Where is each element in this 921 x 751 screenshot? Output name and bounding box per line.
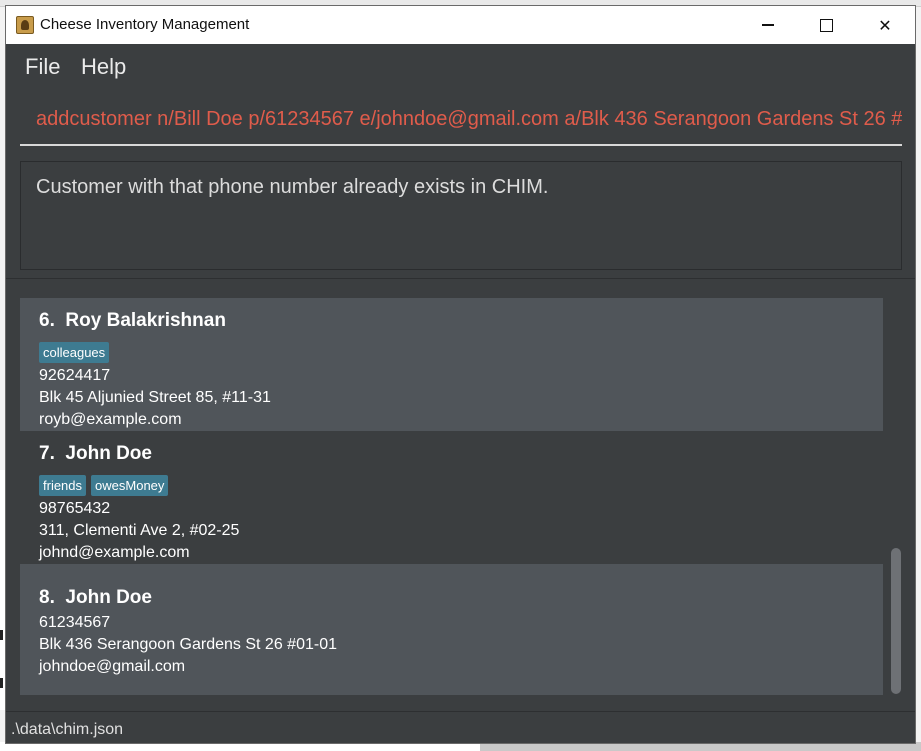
app-window: Cheese Inventory Management ✕ File Help … [5,5,916,744]
result-message: Customer with that phone number already … [36,176,549,198]
command-input[interactable]: addcustomer n/Bill Doe p/61234567 e/john… [20,92,902,146]
customer-name-text: John Doe [65,587,152,608]
maximize-icon [819,18,833,32]
close-icon: ✕ [878,15,892,35]
customer-name-text: John Doe [65,443,152,464]
list-scrollbar[interactable] [888,292,904,697]
tag: owesMoney [91,475,169,496]
tag: colleagues [39,342,110,363]
save-location: .\data\chim.json [11,721,124,738]
menu-help[interactable]: Help [81,54,126,80]
customer-phone: 92624417 [39,367,111,384]
maximize-button[interactable] [797,6,855,44]
customer-name-text: Roy Balakrishnan [65,310,226,331]
status-bar: .\data\chim.json [6,711,915,743]
result-display[interactable]: Customer with that phone number already … [20,161,902,270]
customer-email: royb@example.com [39,411,182,428]
customer-index: 8. [39,587,55,608]
background-mark [0,630,3,640]
tag-list: colleagues [39,342,110,363]
close-button[interactable]: ✕ [856,6,914,44]
customer-address: Blk 45 Aljunied Street 85, #11-31 [39,389,271,406]
pane-divider[interactable] [6,278,915,293]
customer-address: 311, Clementi Ave 2, #02-25 [39,522,240,539]
app-icon [16,16,34,34]
tag-list: friends owesMoney [39,475,169,496]
customer-email: johnd@example.com [39,544,190,561]
title-bar[interactable]: Cheese Inventory Management ✕ [6,6,915,44]
customer-index: 7. [39,443,55,464]
customer-index: 6. [39,310,55,331]
customer-name: 8. John Doe [39,587,152,609]
minimize-button[interactable] [739,6,797,44]
customer-phone: 61234567 [39,614,111,631]
customer-address: Blk 436 Serangoon Gardens St 26 #01-01 [39,636,337,653]
menu-bar: File Help [6,44,915,86]
customer-card[interactable]: 6. Roy Balakrishnan colleagues 92624417 … [20,298,883,431]
customer-name: 6. Roy Balakrishnan [39,310,226,332]
menu-file[interactable]: File [25,54,60,80]
tag: friends [39,475,87,496]
customer-card[interactable]: 7. John Doe friends owesMoney 98765432 3… [20,431,883,564]
minimize-icon [762,24,774,26]
customer-list[interactable]: 6. Roy Balakrishnan colleagues 92624417 … [18,292,904,697]
window-title: Cheese Inventory Management [40,16,250,33]
scrollbar-thumb[interactable] [891,548,901,694]
command-area: addcustomer n/Bill Doe p/61234567 e/john… [6,86,915,158]
customer-name: 7. John Doe [39,443,152,465]
customer-card[interactable]: 8. John Doe 61234567 Blk 436 Serangoon G… [20,564,883,695]
customer-email: johndoe@gmail.com [39,658,186,675]
background-mark [0,678,3,688]
customer-phone: 98765432 [39,500,111,517]
